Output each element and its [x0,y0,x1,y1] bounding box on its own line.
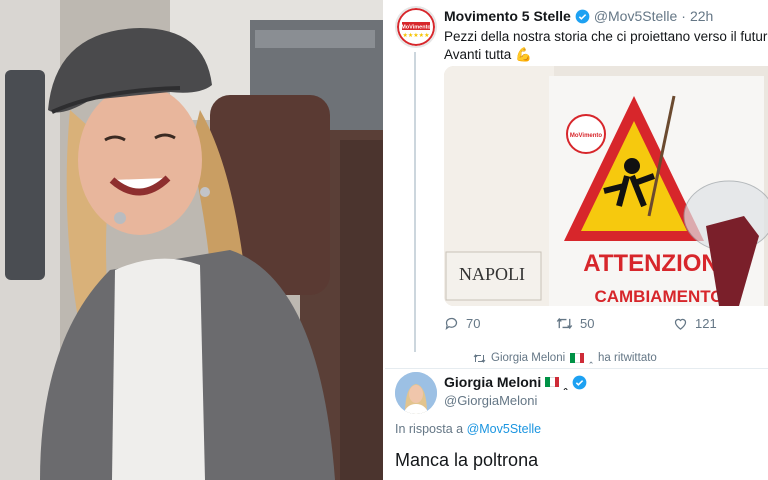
retweet-icon [556,317,573,330]
reply-target-link[interactable]: @Mov5Stelle [467,422,542,436]
meloni-display-name[interactable]: Giorgia Meloni [444,374,541,390]
meloni-avatar[interactable] [395,372,437,414]
tweet-text-line2: Avanti tutta [444,47,512,62]
svg-text:★★★★★: ★★★★★ [403,32,430,39]
like-count: 121 [695,316,717,331]
reply-count: 70 [466,316,481,331]
verified-icon [572,375,587,389]
retweeter-name[interactable]: Giorgia Meloni [491,352,565,364]
time-separator: · [681,8,686,24]
m5s-handle[interactable]: @Mov5Stelle [594,8,677,24]
meloni-header: Giorgia Meloni ꞈ [444,374,587,390]
media-logo-text: MoVimento [570,133,603,139]
tweet-text-line1: Pezzi della nostra storia che ci proiett… [444,29,768,44]
like-action[interactable]: 121 [673,316,717,331]
reply-tweet-text: Manca la poltrona [395,450,539,470]
tweet-actions: 70 50 121 [444,316,764,336]
photo-illustration [0,0,383,480]
reply-prefix: In risposta a [395,422,464,436]
flexed-biceps-icon: 💪 [515,47,532,62]
m5s-logo-icon: MoVimento ★★★★★ [397,8,435,46]
tweet-body: Pezzi della nostra storia che ci proiett… [444,28,768,64]
ring-icon: ꞈ [589,352,593,364]
like-icon [674,318,687,330]
ring-icon: ꞈ [563,374,568,390]
sign-cambiamento: CAMBIAMENTO [594,287,723,306]
retweet-small-icon [473,353,486,363]
retweet-action[interactable]: 50 [556,316,594,331]
book-title: NAPOLI [459,264,525,284]
tweet-media-image[interactable]: NAPOLI MoVimento ATTENZIONE CAMBIAMENTO [444,66,768,306]
retweeted-label: ha ritwittato [598,352,657,364]
retweeted-by-note: Giorgia Meloni ꞈ ha ritwittato [473,352,657,364]
reply-action[interactable]: 70 [444,316,480,331]
svg-text:MoVimento: MoVimento [401,25,431,31]
tweet-timestamp[interactable]: 22h [690,8,713,24]
tweet-separator [385,368,768,369]
photo-woman-on-train [0,0,383,480]
m5s-avatar[interactable]: MoVimento ★★★★★ [395,6,437,48]
italy-flag-icon [570,353,585,363]
m5s-display-name[interactable]: Movimento 5 Stelle [444,8,571,24]
thread-connector-line [414,52,416,352]
meloni-avatar-image [395,372,437,414]
meloni-handle[interactable]: @GiorgiaMeloni [444,393,537,408]
m5s-header: Movimento 5 Stelle @Mov5Stelle · 22h [444,8,713,24]
media-illustration: NAPOLI MoVimento ATTENZIONE CAMBIAMENTO [444,66,768,306]
reply-icon [445,317,458,330]
reply-context: In risposta a @Mov5Stelle [395,422,541,436]
verified-icon [575,9,590,23]
tweet-thread-panel: MoVimento ★★★★★ Movimento 5 Stelle @Mov5… [385,0,768,480]
retweet-count: 50 [580,316,595,331]
italy-flag-icon [545,377,560,387]
